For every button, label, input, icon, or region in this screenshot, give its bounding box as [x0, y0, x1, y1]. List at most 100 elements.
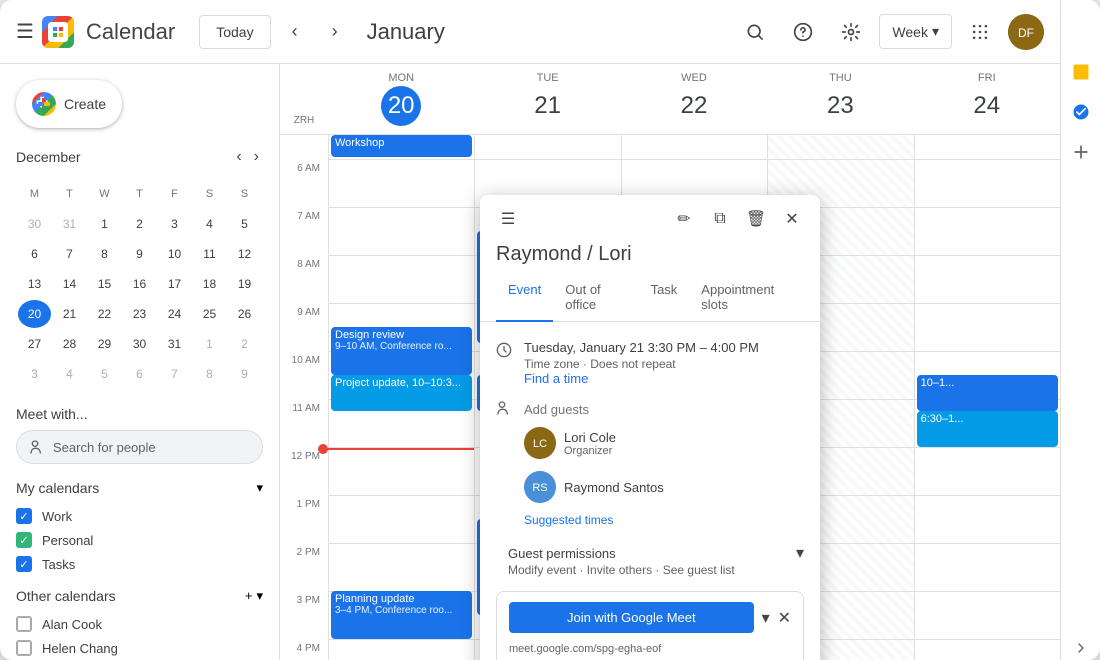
popup-trash-icon[interactable]: 🗑	[740, 203, 772, 235]
popup-tabs: Event Out of office Task Appointment slo…	[480, 274, 820, 322]
guest-raymond-avatar: RS	[524, 471, 556, 503]
calendar-item-alan[interactable]: Alan Cook	[16, 612, 263, 636]
popup-copy-icon[interactable]: ⧉	[704, 203, 736, 235]
day-header-thu[interactable]: THU 23	[767, 64, 913, 134]
day-header-wed[interactable]: WED 22	[621, 64, 767, 134]
mini-calendar: December ‹ › MTW TFSS	[16, 144, 263, 390]
popup-tab-appointment[interactable]: Appointment slots	[689, 274, 804, 322]
mini-cal-next[interactable]: ›	[250, 144, 263, 170]
calendar-item-work[interactable]: ✓ Work	[16, 504, 263, 528]
search-people-input[interactable]: Search for people	[16, 430, 263, 464]
gmeet-close-icon[interactable]: ✕	[778, 608, 791, 628]
day-col-mon[interactable]: Workshop	[328, 135, 474, 660]
day-header-mon[interactable]: MON 20	[328, 64, 474, 134]
settings-icon[interactable]	[831, 12, 871, 52]
popup-menu-icon[interactable]: ☰	[492, 203, 524, 235]
right-panel-add-icon[interactable]	[1069, 140, 1093, 164]
right-panel-icon-1[interactable]	[1069, 60, 1093, 84]
tasks-checkbox[interactable]: ✓	[16, 556, 32, 572]
popup-tab-out-of-office[interactable]: Out of office	[553, 274, 638, 322]
event-detail-popup: ☰ ✏ ⧉ 🗑 ✕ Raymond / Lori Event	[480, 195, 820, 660]
tasks-label: Tasks	[42, 557, 75, 572]
day-header-fri[interactable]: FRI 24	[914, 64, 1060, 134]
left-sidebar: Create December ‹ › MTW	[0, 64, 280, 660]
apps-grid-icon[interactable]	[960, 12, 1000, 52]
alan-checkbox[interactable]	[16, 616, 32, 632]
calendar-item-tasks[interactable]: ✓ Tasks	[16, 552, 263, 576]
google-calendar-logo	[42, 16, 74, 48]
google-meet-section: Join with Google Meet ▾ ✕ meet.google.co…	[496, 591, 804, 660]
guest-lori-role: Organizer	[564, 445, 616, 457]
suggested-times-link[interactable]: Suggested times	[524, 509, 804, 531]
personal-label: Personal	[42, 533, 93, 548]
next-nav-button[interactable]: ›	[319, 16, 351, 48]
user-avatar[interactable]: DF	[1008, 14, 1044, 50]
calendar-item-personal[interactable]: ✓ Personal	[16, 528, 263, 552]
other-calendars-title: Other calendars	[16, 588, 116, 604]
hamburger-menu-icon[interactable]: ☰	[16, 19, 34, 44]
my-calendars-title: My calendars	[16, 480, 99, 496]
svg-text:DF: DF	[1018, 26, 1034, 40]
svg-text:RS: RS	[532, 482, 547, 494]
popup-timezone: Time zone · Does not repeat	[524, 357, 804, 371]
my-calendars-collapse-icon[interactable]: ▾	[256, 480, 263, 496]
guest-permissions-label: Guest permissions	[508, 546, 616, 561]
permissions-collapse-button[interactable]: ▾	[796, 543, 804, 563]
calendar-grid: ZRH MON 20 TUE 21 WED 22 THU	[280, 64, 1060, 660]
time-grid-container: 6 AM 7 AM 8 AM 9 AM 10 AM 11 AM 12 PM 1 …	[280, 135, 1060, 660]
helen-label: Helen Chang	[42, 641, 118, 656]
people-icon	[496, 400, 512, 421]
guest-raymond-name: Raymond Santos	[564, 480, 664, 495]
work-label: Work	[42, 509, 72, 524]
right-panel	[1060, 0, 1100, 660]
calendar-item-helen[interactable]: Helen Chang	[16, 636, 263, 660]
event-planning-update[interactable]: Planning update 3–4 PM, Conference roo..…	[331, 591, 472, 639]
meet-with-title: Meet with...	[16, 406, 263, 422]
add-guests-input[interactable]	[524, 398, 804, 421]
prev-nav-button[interactable]: ‹	[279, 16, 311, 48]
guest-raymond: RS Raymond Santos	[524, 465, 804, 509]
work-checkbox[interactable]: ✓	[16, 508, 32, 524]
svg-text:LC: LC	[533, 438, 547, 450]
create-button[interactable]: Create	[16, 80, 122, 128]
right-panel-chevron-icon[interactable]	[1069, 636, 1093, 660]
gmeet-link[interactable]: meet.google.com/spg-egha-eof	[497, 643, 803, 659]
event-fri-2[interactable]: 6:30–1...	[917, 411, 1058, 447]
join-google-meet-button[interactable]: Join with Google Meet	[509, 602, 754, 633]
time-labels: 6 AM 7 AM 8 AM 9 AM 10 AM 11 AM 12 PM 1 …	[280, 135, 328, 660]
mini-calendar-grid: MTW TFSS 3031 12345 678 9101112	[16, 178, 263, 390]
other-calendars-collapse-icon[interactable]: ▾	[256, 588, 263, 604]
day-col-fri[interactable]: 10–1... 6:30–1...	[914, 135, 1060, 660]
today-button[interactable]: Today	[199, 15, 270, 49]
popup-guests-row: LC Lori Cole Organizer RS	[480, 392, 820, 537]
personal-checkbox[interactable]: ✓	[16, 532, 32, 548]
day-header-tue[interactable]: TUE 21	[474, 64, 620, 134]
guest-lori-avatar: LC	[524, 427, 556, 459]
my-calendars-header[interactable]: My calendars ▾	[16, 480, 263, 496]
popup-tab-event[interactable]: Event	[496, 274, 553, 322]
search-icon[interactable]	[735, 12, 775, 52]
popup-edit-icon[interactable]: ✏	[668, 203, 700, 235]
mini-cal-prev[interactable]: ‹	[232, 144, 245, 170]
month-title: January	[367, 19, 445, 45]
find-time-link[interactable]: Find a time	[524, 371, 804, 386]
event-fri-1[interactable]: 10–1...	[917, 375, 1058, 411]
other-calendars-header[interactable]: Other calendars + ▾	[16, 588, 263, 604]
clock-icon	[496, 342, 512, 363]
search-people-placeholder: Search for people	[53, 440, 156, 455]
event-workshop[interactable]: Workshop	[331, 135, 472, 157]
other-calendars-add-icon[interactable]: +	[245, 588, 253, 604]
popup-tab-task[interactable]: Task	[639, 274, 690, 322]
guest-permissions-text: Modify event · Invite others · See guest…	[508, 563, 804, 577]
day-headers: ZRH MON 20 TUE 21 WED 22 THU	[280, 64, 1060, 135]
helen-checkbox[interactable]	[16, 640, 32, 656]
popup-close-icon[interactable]: ✕	[776, 203, 808, 235]
event-project-update[interactable]: Project update, 10–10:3...	[331, 375, 472, 411]
gmeet-chevron-icon[interactable]: ▾	[762, 608, 770, 628]
right-panel-icon-2[interactable]	[1069, 100, 1093, 124]
alan-label: Alan Cook	[42, 617, 102, 632]
week-view-button[interactable]: Week ▾	[879, 14, 952, 49]
popup-header: ☰ ✏ ⧉ 🗑 ✕	[480, 195, 820, 243]
event-design-review[interactable]: Design review 9–10 AM, Conference ro...	[331, 327, 472, 375]
help-icon[interactable]	[783, 12, 823, 52]
